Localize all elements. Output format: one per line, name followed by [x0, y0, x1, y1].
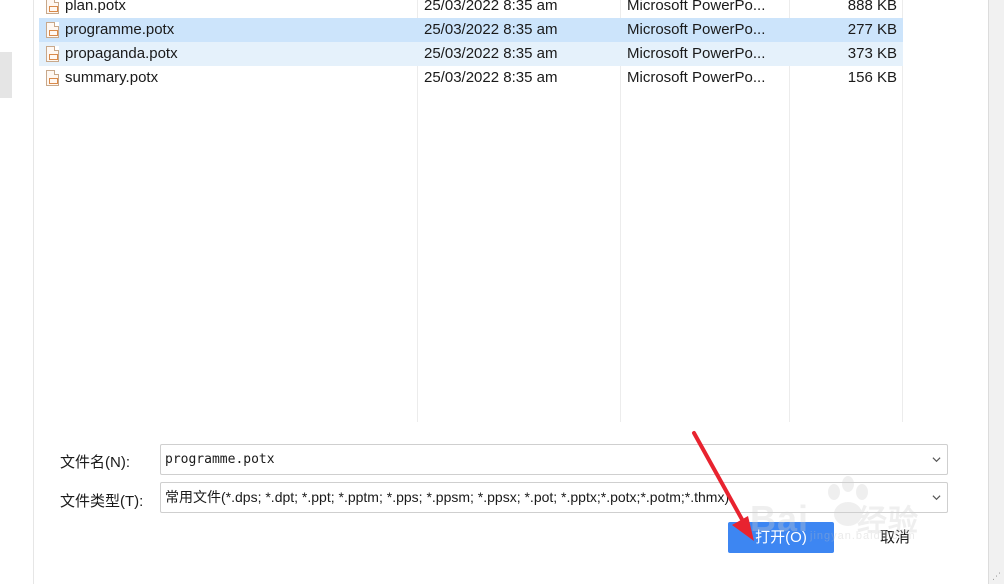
file-date: 25/03/2022 8:35 am [424, 69, 558, 86]
open-button[interactable]: 打开(O) [728, 522, 834, 553]
navigation-pane [0, 0, 34, 584]
file-row-plan[interactable]: plan.potx 25/03/2022 8:35 am Microsoft P… [39, 0, 903, 18]
file-size: 156 KB [847, 69, 897, 86]
file-type: Microsoft PowerPo... [627, 45, 766, 62]
chevron-down-icon[interactable] [932, 493, 941, 502]
file-list: plan.potx 25/03/2022 8:35 am Microsoft P… [34, 0, 988, 422]
file-size: 277 KB [847, 21, 897, 38]
filetype-value: 常用文件(*.dps; *.dpt; *.ppt; *.pptm; *.pps;… [165, 489, 730, 505]
file-date: 25/03/2022 8:35 am [424, 45, 558, 62]
file-date: 25/03/2022 8:35 am [424, 0, 558, 14]
file-row-summary[interactable]: summary.potx 25/03/2022 8:35 am Microsof… [39, 66, 903, 90]
filename-input[interactable]: programme.potx [165, 445, 925, 474]
file-type: Microsoft PowerPo... [627, 21, 766, 38]
file-type: Microsoft PowerPo... [627, 69, 766, 86]
file-size: 373 KB [847, 45, 897, 62]
file-name: programme.potx [65, 21, 175, 38]
file-name: summary.potx [65, 69, 159, 86]
file-name: plan.potx [65, 0, 126, 14]
filename-combobox[interactable]: programme.potx [160, 444, 948, 475]
cancel-button[interactable]: 取消 [842, 522, 948, 553]
potx-file-icon [46, 22, 59, 38]
window-right-edge: ⋰ [988, 0, 1004, 584]
filetype-select[interactable]: 常用文件(*.dps; *.dpt; *.ppt; *.pptm; *.pps;… [160, 482, 948, 513]
potx-file-icon [46, 70, 59, 86]
potx-file-icon [46, 0, 59, 14]
file-row-propaganda[interactable]: propaganda.potx 25/03/2022 8:35 am Micro… [39, 42, 903, 66]
file-size: 888 KB [847, 0, 897, 14]
potx-file-icon [46, 46, 59, 62]
file-row-programme[interactable]: programme.potx 25/03/2022 8:35 am Micros… [39, 18, 903, 42]
file-date: 25/03/2022 8:35 am [424, 21, 558, 38]
file-name: propaganda.potx [65, 45, 178, 62]
file-type: Microsoft PowerPo... [627, 0, 766, 14]
resize-grip-icon[interactable]: ⋰ [992, 572, 1002, 582]
navigation-pane-handle[interactable] [0, 52, 12, 98]
filename-label: 文件名(N): [60, 454, 130, 471]
chevron-down-icon[interactable] [932, 455, 941, 464]
filetype-label: 文件类型(T): [60, 493, 144, 510]
